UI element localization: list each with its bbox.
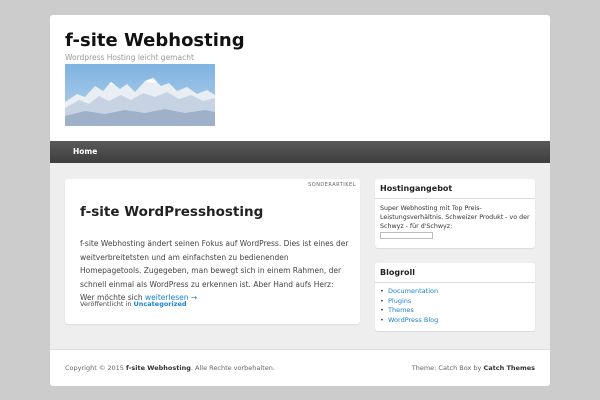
widget-hosting: Hostingangebot Super Webhosting mit Top …: [375, 179, 535, 248]
list-item: Plugins: [380, 297, 535, 307]
copyright-prefix: Copyright © 2015: [65, 364, 124, 372]
post-title[interactable]: f-site WordPresshosting: [80, 204, 263, 220]
nav-item-home[interactable]: Home: [73, 147, 97, 156]
header-image[interactable]: [65, 64, 215, 126]
blogroll-link-themes[interactable]: Themes: [388, 306, 414, 314]
site-header: f-site Webhosting Wordpress Hosting leic…: [50, 15, 550, 141]
widget-hosting-text: Super Webhosting mit Top Preis-Leistungs…: [380, 205, 530, 230]
blogroll-link-plugins[interactable]: Plugins: [388, 297, 411, 305]
site-title[interactable]: f-site Webhosting: [65, 30, 245, 51]
widget-title-blogroll: Blogroll: [375, 263, 535, 283]
category-link[interactable]: Uncategorized: [134, 300, 187, 308]
theme-credit: Theme: Catch Box by Catch Themes: [412, 364, 535, 372]
blogroll-list: Documentation Plugins Themes WordPress B…: [375, 283, 535, 325]
widget-title-hosting: Hostingangebot: [375, 179, 535, 199]
copyright-site-name: f-site Webhosting: [126, 364, 191, 372]
blogroll-link-documentation[interactable]: Documentation: [388, 287, 438, 295]
theme-credit-prefix: Theme: Catch Box by: [411, 364, 482, 372]
post-excerpt: f-site Webhosting ändert seinen Fokus au…: [80, 237, 350, 305]
blogroll-link-wordpress-blog[interactable]: WordPress Blog: [388, 316, 438, 324]
widget-blogroll: Blogroll Documentation Plugins Themes Wo…: [375, 263, 535, 331]
post-excerpt-text: f-site Webhosting ändert seinen Fokus au…: [80, 239, 349, 302]
post-meta: Veröffentlicht in Uncategorized: [80, 300, 187, 308]
site-description: Wordpress Hosting leicht gemacht: [65, 53, 194, 62]
list-item: Documentation: [380, 287, 535, 297]
page-container: f-site Webhosting Wordpress Hosting leic…: [50, 15, 550, 386]
post-meta-prefix: Veröffentlicht in: [80, 300, 132, 308]
hosting-input-field[interactable]: [380, 232, 433, 239]
site-footer: Copyright © 2015 f-site Webhosting. Alle…: [50, 349, 550, 386]
theme-author-link[interactable]: Catch Themes: [483, 364, 535, 372]
featured-article: SONDERARTIKEL f-site WordPresshosting f-…: [65, 179, 360, 324]
copyright-suffix: . Alle Rechte vorbehalten.: [190, 364, 275, 372]
list-item: Themes: [380, 306, 535, 316]
list-item: WordPress Blog: [380, 316, 535, 326]
copyright-text: Copyright © 2015 f-site Webhosting. Alle…: [65, 364, 275, 372]
main-navigation: Home: [50, 141, 550, 163]
featured-badge: SONDERARTIKEL: [308, 182, 356, 188]
